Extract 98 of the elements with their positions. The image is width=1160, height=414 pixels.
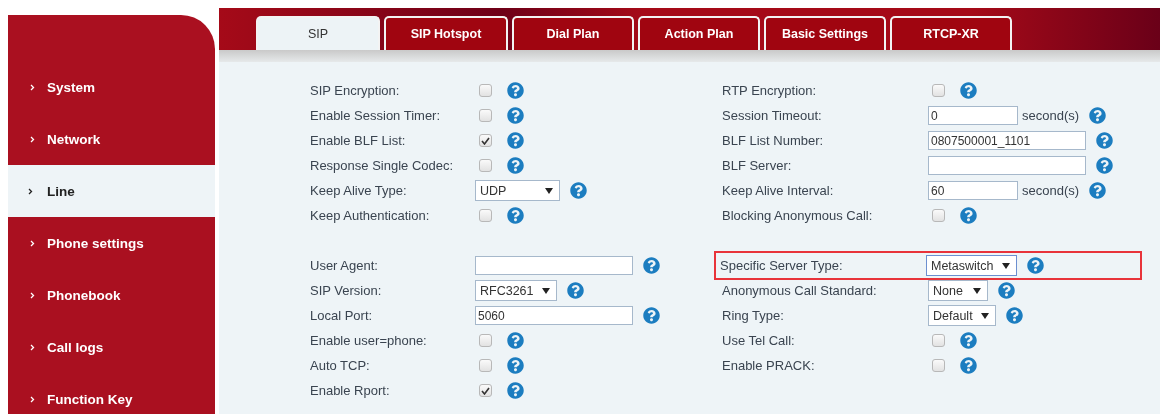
help-icon[interactable] — [643, 307, 660, 324]
field-label: Use Tel Call: — [722, 333, 796, 348]
help-icon[interactable] — [507, 107, 524, 124]
input-field[interactable]: 0 — [928, 106, 1018, 125]
chevron-icon — [30, 291, 35, 299]
field-label: BLF List Number: — [722, 133, 825, 148]
field-label: Response Single Codec: — [310, 158, 455, 173]
dropdown[interactable]: UDP — [475, 180, 560, 201]
help-icon[interactable] — [507, 157, 524, 174]
field-label: Auto TCP: — [310, 358, 371, 373]
checkbox[interactable] — [479, 84, 492, 97]
input-field[interactable] — [475, 256, 633, 275]
checkbox[interactable] — [479, 134, 492, 147]
tab[interactable]: RTCP-XR — [890, 16, 1012, 50]
sidebar-item[interactable]: Line — [8, 165, 215, 217]
checkbox[interactable] — [479, 159, 492, 172]
input-field[interactable]: 0807500001_1101 — [928, 131, 1086, 150]
checkbox[interactable] — [932, 84, 945, 97]
help-icon[interactable] — [570, 182, 587, 199]
sidebar-item[interactable]: Phonebook — [8, 269, 215, 321]
sidebar-item[interactable]: System — [8, 61, 215, 113]
help-icon[interactable] — [643, 257, 660, 274]
field-label: SIP Version: — [310, 283, 383, 298]
help-icon[interactable] — [960, 332, 977, 349]
checkbox[interactable] — [479, 384, 492, 397]
caret-icon — [980, 312, 989, 319]
field-label: Ring Type: — [722, 308, 785, 323]
sidebar-item[interactable]: Network — [8, 113, 215, 165]
tab[interactable]: Basic Settings — [764, 16, 886, 50]
sidebar-item[interactable]: Call logs — [8, 321, 215, 373]
field-label: Enable Session Timer: — [310, 108, 442, 123]
field-label: Anonymous Call Standard: — [722, 283, 878, 298]
help-icon[interactable] — [1026, 257, 1044, 274]
caret-icon — [973, 287, 981, 294]
help-icon[interactable] — [998, 282, 1015, 299]
field-label: Specific Server Type: — [720, 258, 844, 273]
chevron-icon — [30, 395, 35, 403]
field-label: Enable Rport: — [310, 383, 391, 398]
field-label: Enable user=phone: — [310, 333, 428, 348]
checkmark-icon — [481, 386, 490, 395]
help-icon[interactable] — [507, 357, 524, 374]
help-icon[interactable] — [960, 357, 977, 374]
checkbox[interactable] — [932, 209, 945, 222]
field-label: SIP Encryption: — [310, 83, 401, 98]
input-field[interactable] — [928, 156, 1086, 175]
help-icon[interactable] — [507, 82, 524, 99]
caret-icon — [541, 287, 550, 294]
help-icon[interactable] — [960, 82, 977, 99]
input-field[interactable]: 5060 — [475, 306, 633, 325]
dropdown[interactable]: Metaswitch — [926, 255, 1017, 276]
checkbox[interactable] — [479, 334, 492, 347]
sidebar-item[interactable]: Phone settings — [8, 217, 215, 269]
sidebar-item[interactable]: Function Key — [8, 373, 215, 414]
help-icon[interactable] — [507, 332, 524, 349]
field-label: RTP Encryption: — [722, 83, 818, 98]
chevron-icon — [30, 135, 35, 143]
unit-label: second(s) — [1022, 108, 1080, 123]
field-label: User Agent: — [310, 258, 379, 273]
help-icon[interactable] — [566, 282, 584, 299]
chevron-icon — [30, 343, 35, 351]
help-icon[interactable] — [1089, 182, 1107, 199]
field-label: Keep Alive Type: — [310, 183, 408, 198]
field-label: Blocking Anonymous Call: — [722, 208, 874, 223]
field-label: Enable PRACK: — [722, 358, 816, 373]
help-icon[interactable] — [507, 382, 524, 399]
help-icon[interactable] — [507, 132, 524, 149]
field-label: Keep Authentication: — [310, 208, 431, 223]
checkbox[interactable] — [932, 359, 945, 372]
chevron-icon — [30, 239, 35, 247]
help-icon[interactable] — [1005, 307, 1023, 324]
unit-label: second(s) — [1022, 183, 1080, 198]
tab[interactable]: SIP — [256, 16, 380, 50]
checkbox[interactable] — [479, 109, 492, 122]
field-label: Local Port: — [310, 308, 374, 323]
checkbox[interactable] — [932, 334, 945, 347]
caret-icon — [1001, 262, 1010, 269]
field-label: BLF Server: — [722, 158, 793, 173]
help-icon[interactable] — [960, 207, 977, 224]
checkmark-icon — [481, 136, 490, 145]
input-field[interactable]: 60 — [928, 181, 1018, 200]
tab[interactable]: Dial Plan — [512, 16, 634, 50]
help-icon[interactable] — [1096, 132, 1113, 149]
field-label: Session Timeout: — [722, 108, 823, 123]
field-label: Enable BLF List: — [310, 133, 407, 148]
chevron-icon — [28, 187, 33, 195]
help-icon[interactable] — [507, 207, 524, 224]
help-icon[interactable] — [1089, 107, 1107, 124]
caret-icon — [545, 187, 553, 194]
dropdown[interactable]: RFC3261 — [475, 280, 557, 301]
field-label: Keep Alive Interval: — [722, 183, 835, 198]
dropdown[interactable]: None — [928, 280, 988, 301]
checkbox[interactable] — [479, 209, 492, 222]
tab[interactable]: Action Plan — [638, 16, 760, 50]
help-icon[interactable] — [1096, 157, 1113, 174]
chevron-icon — [30, 83, 35, 91]
checkbox[interactable] — [479, 359, 492, 372]
tab[interactable]: SIP Hotspot — [384, 16, 508, 50]
dropdown[interactable]: Default — [928, 305, 996, 326]
